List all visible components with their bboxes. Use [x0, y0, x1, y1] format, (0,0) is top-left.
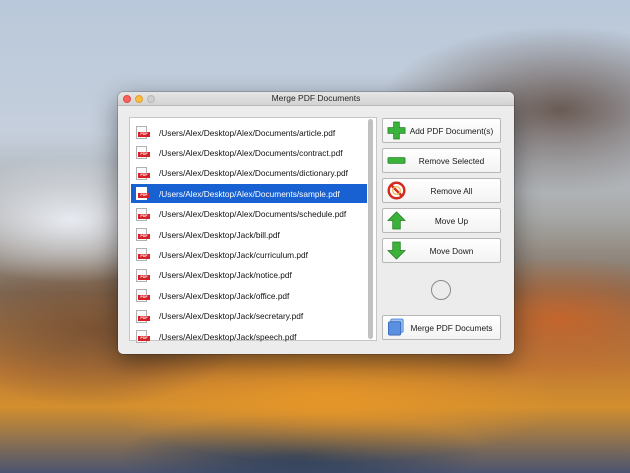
- merge-pdf-button[interactable]: Merge PDF Documets: [382, 315, 501, 340]
- remove-selected-button[interactable]: Remove Selected: [382, 148, 501, 173]
- file-path-label: /Users/Alex/Desktop/Jack/secretary.pdf: [159, 311, 304, 322]
- file-list-item[interactable]: PDF/Users/Alex/Desktop/Alex/Documents/co…: [131, 143, 367, 162]
- pdf-file-icon: PDF: [136, 248, 150, 262]
- file-path-label: /Users/Alex/Desktop/Jack/bill.pdf: [159, 229, 280, 240]
- document-stack-icon: [388, 318, 404, 336]
- move-down-label: Move Down: [429, 245, 474, 256]
- file-path-label: /Users/Alex/Desktop/Alex/Documents/sampl…: [159, 188, 340, 199]
- pdf-file-icon: PDF: [136, 309, 150, 323]
- pdf-file-icon: PDF: [136, 146, 150, 160]
- file-list-item[interactable]: PDF/Users/Alex/Desktop/Alex/Documents/ar…: [131, 123, 367, 142]
- progress-indicator: [431, 280, 451, 300]
- move-down-button[interactable]: Move Down: [382, 238, 501, 263]
- merge-pdf-label: Merge PDF Documets: [410, 322, 493, 333]
- arrow-down-icon: [387, 241, 406, 260]
- pdf-file-icon: PDF: [136, 330, 150, 343]
- file-list-item[interactable]: PDF/Users/Alex/Desktop/Alex/Documents/di…: [131, 164, 367, 183]
- pdf-file-icon: PDF: [136, 166, 150, 180]
- file-path-label: /Users/Alex/Desktop/Jack/office.pdf: [159, 290, 290, 301]
- add-pdf-label: Add PDF Document(s): [409, 125, 494, 136]
- file-list-item[interactable]: PDF/Users/Alex/Desktop/Jack/bill.pdf: [131, 225, 367, 244]
- file-path-label: /Users/Alex/Desktop/Alex/Documents/artic…: [159, 127, 336, 138]
- file-list-item[interactable]: PDF/Users/Alex/Desktop/Alex/Documents/sc…: [131, 205, 367, 224]
- file-path-label: /Users/Alex/Desktop/Jack/curriculum.pdf: [159, 249, 308, 260]
- pdf-file-icon: PDF: [136, 289, 150, 303]
- file-path-label: /Users/Alex/Desktop/Alex/Documents/sched…: [159, 209, 347, 220]
- file-list-item[interactable]: PDF/Users/Alex/Desktop/Jack/office.pdf: [131, 286, 367, 305]
- file-list-item[interactable]: PDF/Users/Alex/Desktop/Jack/speech.pdf: [131, 327, 367, 346]
- pdf-file-icon: PDF: [136, 268, 150, 282]
- plus-icon: [387, 121, 406, 140]
- prohibited-icon: [387, 181, 406, 200]
- minus-icon: [387, 157, 406, 164]
- remove-all-button[interactable]: Remove All: [382, 178, 501, 203]
- file-path-label: /Users/Alex/Desktop/Jack/speech.pdf: [159, 331, 297, 342]
- pdf-file-icon: PDF: [136, 126, 150, 139]
- file-list-item[interactable]: PDF/Users/Alex/Desktop/Jack/notice.pdf: [131, 266, 367, 285]
- scrollbar-thumb[interactable]: [368, 119, 373, 339]
- merge-pdf-window: Merge PDF Documents PDF/Users/Alex/Deskt…: [118, 92, 514, 354]
- file-list-item[interactable]: PDF/Users/Alex/Desktop/Alex/Documents/sa…: [131, 184, 367, 204]
- pdf-file-icon: PDF: [136, 207, 150, 221]
- arrow-up-icon: [387, 211, 406, 230]
- move-up-button[interactable]: Move Up: [382, 208, 501, 233]
- pdf-file-icon: PDF: [136, 187, 150, 201]
- file-path-label: /Users/Alex/Desktop/Alex/Documents/contr…: [159, 147, 343, 158]
- remove-all-label: Remove All: [430, 185, 473, 196]
- file-list-item[interactable]: PDF/Users/Alex/Desktop/Jack/secretary.pd…: [131, 307, 367, 326]
- pdf-file-icon: PDF: [136, 228, 150, 241]
- add-pdf-button[interactable]: Add PDF Document(s): [382, 118, 501, 143]
- file-list-item[interactable]: PDF/Users/Alex/Desktop/Jack/curriculum.p…: [131, 245, 367, 264]
- move-up-label: Move Up: [434, 215, 469, 226]
- title-bar[interactable]: Merge PDF Documents: [118, 92, 514, 106]
- remove-selected-label: Remove Selected: [418, 155, 485, 166]
- window-title: Merge PDF Documents: [271, 93, 361, 103]
- file-list-scrollbar[interactable]: [368, 119, 374, 339]
- file-path-label: /Users/Alex/Desktop/Jack/notice.pdf: [159, 270, 292, 281]
- pdf-file-list[interactable]: PDF/Users/Alex/Desktop/Alex/Documents/ar…: [129, 117, 377, 343]
- file-path-label: /Users/Alex/Desktop/Alex/Documents/dicti…: [159, 168, 348, 179]
